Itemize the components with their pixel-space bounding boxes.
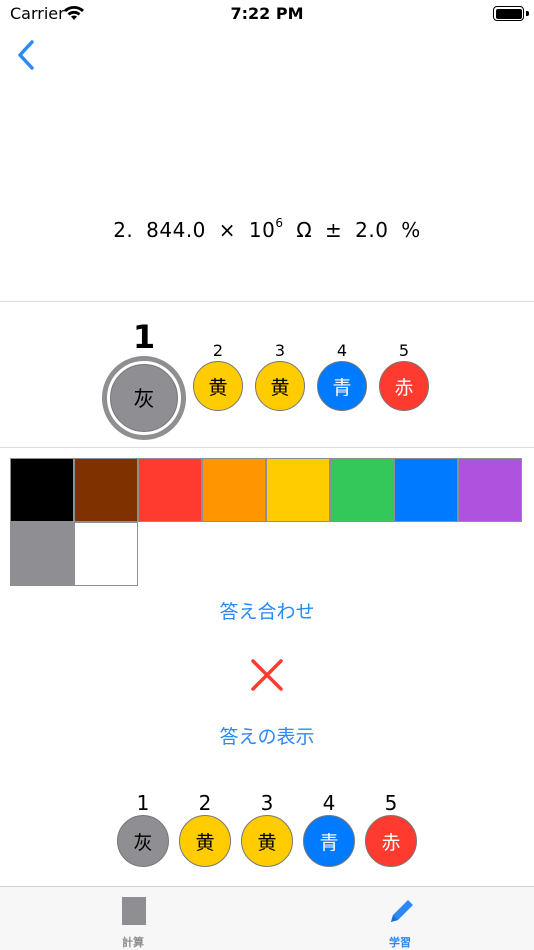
- band-number-5: 5: [398, 341, 410, 360]
- power-base: 106: [248, 216, 284, 242]
- swatch-green[interactable]: [330, 458, 394, 522]
- band-circle-1[interactable]: 灰: [110, 364, 178, 432]
- status-bar: Carrier 7:22 PM: [0, 0, 534, 30]
- check-answer-button[interactable]: 答え合わせ: [0, 597, 534, 624]
- answer-number-3: 3: [260, 791, 274, 815]
- swatch-blue[interactable]: [394, 458, 458, 522]
- ohm-unit: Ω: [296, 218, 313, 242]
- band-circle-2[interactable]: 黄: [193, 361, 243, 411]
- pencil-icon: [391, 900, 413, 922]
- times-sign: ×: [218, 218, 237, 242]
- answer-circle-3: 黄: [241, 815, 293, 867]
- band-number-1: 1: [132, 318, 156, 356]
- band-number-4: 4: [336, 341, 348, 360]
- swatch-orange[interactable]: [202, 458, 266, 522]
- tab-bar: 計算 学習: [0, 886, 534, 950]
- swatch-black[interactable]: [10, 458, 74, 522]
- band-number-2: 2: [212, 341, 224, 360]
- tolerance-value: 2.0: [355, 218, 389, 242]
- battery-tip: [526, 11, 529, 16]
- tab-calculate[interactable]: 計算: [73, 887, 193, 950]
- answer-number-5: 5: [384, 791, 398, 815]
- battery-icon: [493, 6, 524, 21]
- divider-top: [0, 301, 534, 302]
- band-number-3: 3: [274, 341, 286, 360]
- answer-number-4: 4: [322, 791, 336, 815]
- answer-number-2: 2: [198, 791, 212, 815]
- clock: 7:22 PM: [230, 4, 304, 23]
- calculator-icon: [122, 897, 146, 925]
- band-circle-4[interactable]: 青: [317, 361, 367, 411]
- answer-circle-1: 灰: [117, 815, 169, 867]
- question-index: 2.: [113, 218, 134, 242]
- divider-middle: [0, 447, 534, 448]
- band-circle-5[interactable]: 赤: [379, 361, 429, 411]
- answer-circle-2: 黄: [179, 815, 231, 867]
- tab-calculate-label: 計算: [122, 936, 144, 949]
- show-answer-button[interactable]: 答えの表示: [0, 722, 534, 749]
- power-exponent: 6: [275, 216, 284, 231]
- answer-circle-4: 青: [303, 815, 355, 867]
- percent-sign: %: [401, 218, 421, 242]
- band-circle-3[interactable]: 黄: [255, 361, 305, 411]
- question-mantissa: 844.0: [146, 218, 206, 242]
- wrong-cross-icon: [251, 659, 283, 691]
- back-chevron-icon[interactable]: [12, 38, 42, 72]
- question-formula: 2. 844.0 × 106 Ω ± 2.0 %: [0, 216, 534, 242]
- swatch-red[interactable]: [138, 458, 202, 522]
- swatch-brown[interactable]: [74, 458, 138, 522]
- answer-number-1: 1: [136, 791, 150, 815]
- swatch-white[interactable]: [74, 522, 138, 586]
- swatch-violet[interactable]: [458, 458, 522, 522]
- plus-minus-sign: ±: [325, 218, 343, 242]
- answer-circle-5: 赤: [365, 815, 417, 867]
- swatch-yellow[interactable]: [266, 458, 330, 522]
- tab-study-label: 学習: [389, 936, 411, 949]
- swatch-gray[interactable]: [10, 522, 74, 586]
- tab-study[interactable]: 学習: [340, 887, 460, 950]
